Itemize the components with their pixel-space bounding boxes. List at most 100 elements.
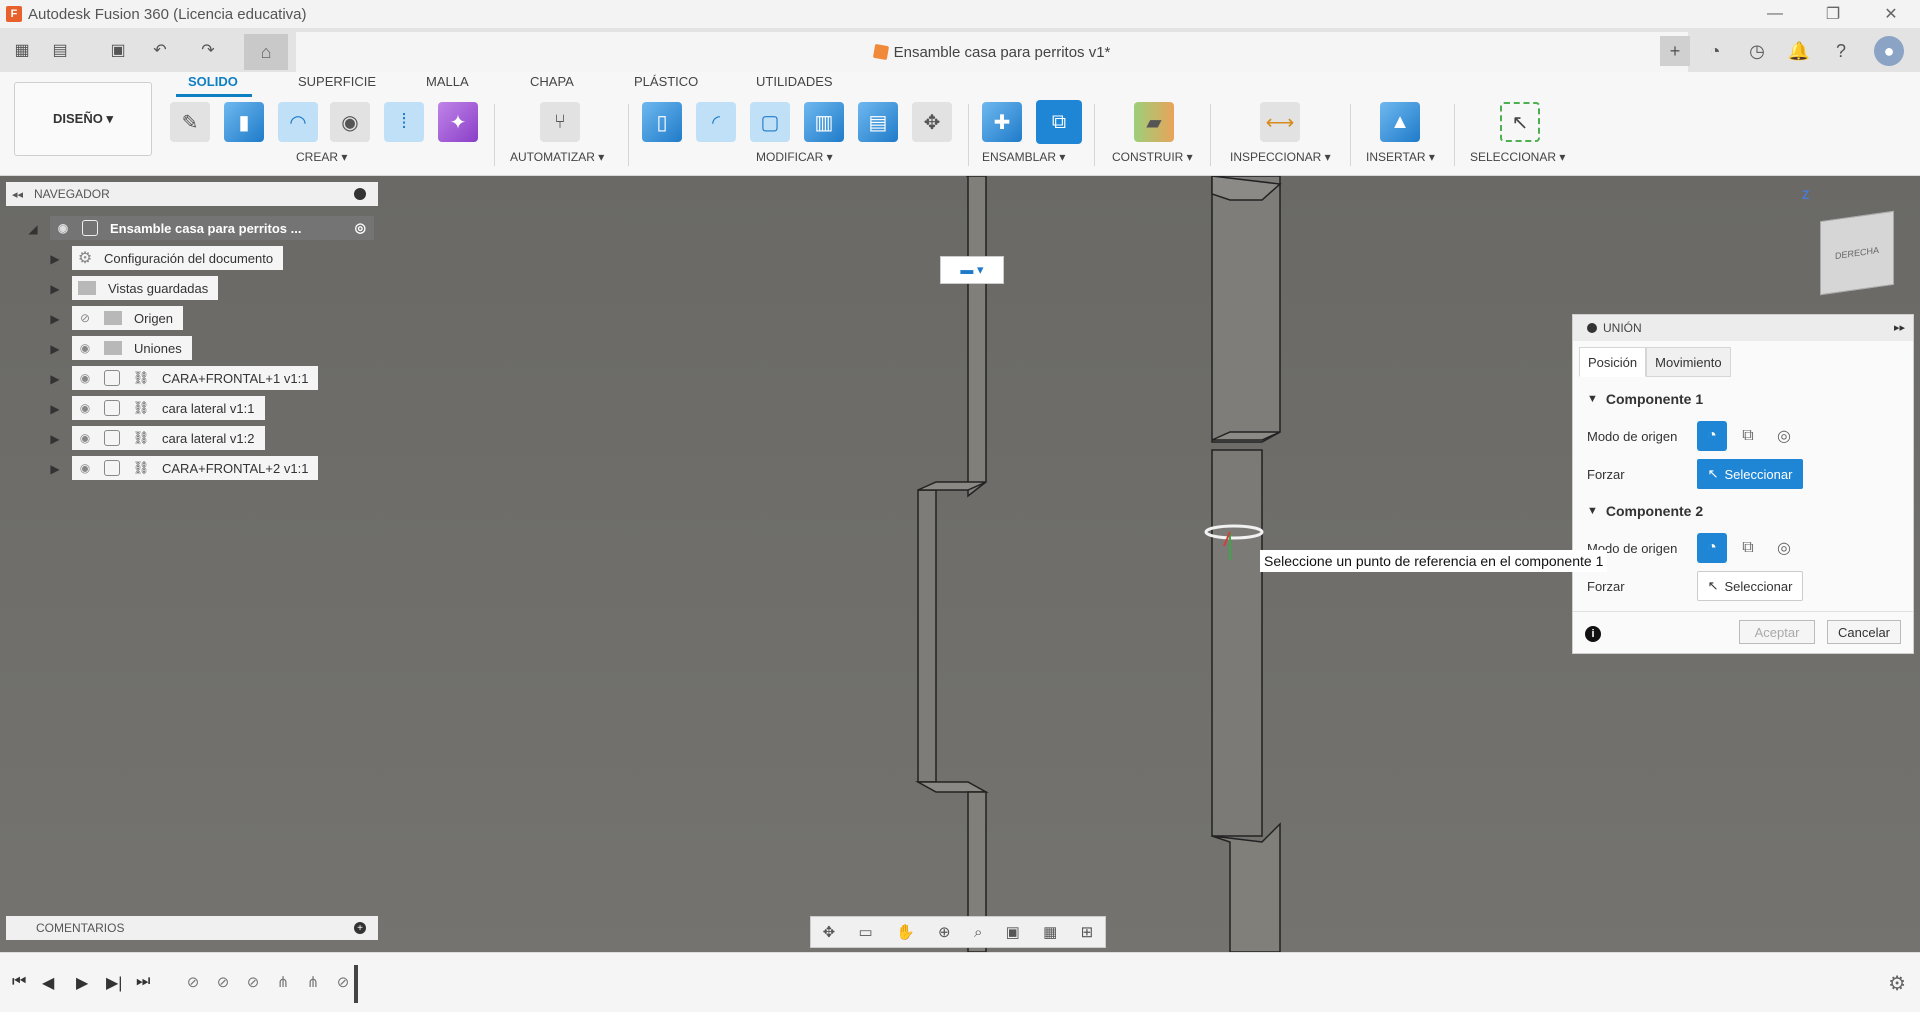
look-at-icon[interactable]: ▭ (859, 923, 873, 941)
root-collapse-icon[interactable]: ◢ (26, 222, 40, 236)
visibility-eye-icon[interactable]: ◉ (76, 341, 94, 355)
navigator-item[interactable]: ◉ ⛓ CARA+FRONTAL+1 v1:1 (72, 366, 319, 390)
orbit-icon[interactable]: ✥ (823, 923, 836, 941)
navigator-item[interactable]: ⚙ Configuración del documento (72, 246, 284, 270)
create-sketch-icon[interactable]: ✎ (170, 102, 210, 142)
expand-arrow-icon[interactable]: ▶ (48, 282, 62, 296)
navigator-item[interactable]: ◉ ⛓ cara lateral v1:1 (72, 396, 265, 420)
visibility-eye-icon[interactable]: ◉ (54, 221, 72, 235)
expand-arrow-icon[interactable]: ▶ (48, 402, 62, 416)
automate-icon[interactable]: ⑂ (540, 102, 580, 142)
go-to-end-icon[interactable]: ⏭ (136, 973, 150, 991)
new-tab-plus-icon[interactable]: + (1660, 36, 1690, 66)
group-insertar[interactable]: INSERTAR ▾ (1366, 150, 1435, 164)
document-tab[interactable]: Ensamble casa para perritos v1* ✕ (296, 32, 1688, 72)
navigator-minimize-icon[interactable] (354, 188, 366, 200)
tab-posicion[interactable]: Posición (1579, 347, 1647, 377)
timeline-feature-icon[interactable]: ⊘ (212, 971, 234, 993)
move-copy-icon[interactable]: ✥ (912, 102, 952, 142)
go-to-start-icon[interactable]: ⏮ (12, 973, 26, 991)
step-forward-icon[interactable]: ▶| (106, 973, 122, 993)
revolve-icon[interactable]: ◠ (278, 102, 318, 142)
help-icon[interactable]: ? (1826, 36, 1856, 66)
redo-icon[interactable]: ↷ (196, 38, 220, 62)
new-component-icon[interactable]: ✚ (982, 102, 1022, 142)
component1-section[interactable]: ▼ Componente 1 (1587, 391, 1703, 407)
pan-hand-icon[interactable]: ✋ (896, 923, 915, 941)
timeline-settings-gear-icon[interactable]: ⚙ (1888, 971, 1906, 996)
dialog-minimize-icon[interactable] (1587, 323, 1597, 333)
visibility-eye-icon[interactable]: ◉ (76, 401, 94, 415)
navigator-item[interactable]: ◉ ⛓ CARA+FRONTAL+2 v1:1 (72, 456, 319, 480)
expand-arrow-icon[interactable]: ▶ (48, 312, 62, 326)
shell-icon[interactable]: ▢ (750, 102, 790, 142)
insert-image-icon[interactable]: ▲ (1380, 102, 1420, 142)
zoom-window-icon[interactable]: ⌕ (974, 924, 982, 941)
create-form-icon[interactable]: ✦ (438, 102, 478, 142)
offset-plane-icon[interactable]: ▰ (1134, 102, 1174, 142)
group-seleccionar[interactable]: SELECCIONAR ▾ (1470, 150, 1565, 164)
measure-icon[interactable]: ⟷ (1260, 102, 1300, 142)
activate-radio-icon[interactable]: ◎ (355, 220, 366, 236)
hole-icon[interactable]: ◉ (330, 102, 370, 142)
group-modificar[interactable]: MODIFICAR ▾ (756, 150, 833, 164)
origin-mode-two-faces-icon[interactable]: ◎ (1769, 421, 1799, 451)
data-panel-grid-icon[interactable]: ▦ (10, 38, 34, 62)
origin-mode-simple-icon[interactable]: ◔ (1697, 421, 1727, 451)
undo-icon[interactable]: ↶ (148, 38, 172, 62)
extensions-icon[interactable]: ◔ (1700, 36, 1730, 66)
step-back-icon[interactable]: ◀ (42, 973, 54, 993)
timeline-joint-icon[interactable]: ⋔ (272, 971, 294, 993)
origin-mode-simple-icon[interactable]: ◔ (1697, 533, 1727, 563)
minimize-button[interactable]: — (1746, 0, 1804, 28)
expand-arrow-icon[interactable]: ▶ (48, 462, 62, 476)
component2-section[interactable]: ▼ Componente 2 (1587, 503, 1703, 519)
tab-chapa[interactable]: CHAPA (530, 74, 574, 89)
origin-mode-between-icon[interactable]: ⧉ (1733, 533, 1763, 563)
timeline-joint-icon[interactable]: ⋔ (302, 971, 324, 993)
navigator-item[interactable]: ◉ ⛓ cara lateral v1:2 (72, 426, 265, 450)
expand-arrow-icon[interactable]: ▶ (48, 432, 62, 446)
tab-utilidades[interactable]: UTILIDADES (756, 74, 833, 89)
navigator-item[interactable]: Vistas guardadas (72, 276, 219, 300)
notifications-bell-icon[interactable]: 🔔 (1784, 36, 1814, 66)
fillet-icon[interactable]: ◜ (696, 102, 736, 142)
timeline-feature-icon[interactable]: ⊘ (242, 971, 264, 993)
viewcube[interactable]: DERECHA (1820, 210, 1894, 296)
press-pull-icon[interactable]: ▯ (642, 102, 682, 142)
user-avatar[interactable]: ● (1874, 36, 1904, 66)
hidden-eye-icon[interactable]: ⊘ (76, 311, 94, 325)
timeline-marker[interactable] (354, 965, 358, 1003)
collapse-panel-icon[interactable]: ◂◂ (12, 188, 23, 201)
tab-movimiento[interactable]: Movimiento (1646, 347, 1731, 377)
cancel-button[interactable]: Cancelar (1827, 620, 1901, 644)
component1-select-button[interactable]: ↖ Seleccionar (1697, 459, 1803, 489)
save-icon[interactable]: ▣ (106, 38, 130, 62)
origin-mode-two-faces-icon[interactable]: ◎ (1769, 533, 1799, 563)
timeline-feature-icon[interactable]: ⊘ (332, 971, 354, 993)
canvas-viewport[interactable]: ▬ ▾ ◂◂ NAVEGADOR ◢ ◉ Ensamble casa para … (0, 176, 1920, 952)
navigator-item[interactable]: ⊘ Origen (72, 306, 184, 330)
navigator-root-item[interactable]: ◉ Ensamble casa para perritos ... ◎ (50, 216, 374, 240)
expand-arrow-icon[interactable]: ▶ (48, 252, 62, 266)
display-settings-icon[interactable]: ▣ (1006, 923, 1020, 941)
pattern-icon[interactable]: ⁞ (384, 102, 424, 142)
group-crear[interactable]: CREAR ▾ (296, 150, 347, 164)
grid-settings-icon[interactable]: ▦ (1043, 923, 1057, 941)
visibility-eye-icon[interactable]: ◉ (76, 461, 94, 475)
close-window-button[interactable]: ✕ (1862, 0, 1920, 28)
visibility-eye-icon[interactable]: ◉ (76, 371, 94, 385)
group-ensamblar[interactable]: ENSAMBLAR ▾ (982, 150, 1065, 164)
expand-arrow-icon[interactable]: ▶ (48, 372, 62, 386)
navigator-item[interactable]: ◉ Uniones (72, 336, 192, 360)
add-comment-icon[interactable]: + (354, 922, 366, 934)
group-construir[interactable]: CONSTRUIR ▾ (1112, 150, 1193, 164)
display-settings-widget[interactable]: ▬ ▾ (940, 256, 1004, 284)
tab-malla[interactable]: MALLA (426, 74, 469, 89)
accept-button[interactable]: Aceptar (1739, 620, 1815, 644)
workspace-design-dropdown[interactable]: DISEÑO ▾ (14, 82, 152, 156)
visibility-eye-icon[interactable]: ◉ (76, 431, 94, 445)
extrude-icon[interactable]: ▮ (224, 102, 264, 142)
origin-mode-between-icon[interactable]: ⧉ (1733, 421, 1763, 451)
union-dialog-header[interactable]: UNIÓN ▸▸ (1573, 315, 1913, 341)
